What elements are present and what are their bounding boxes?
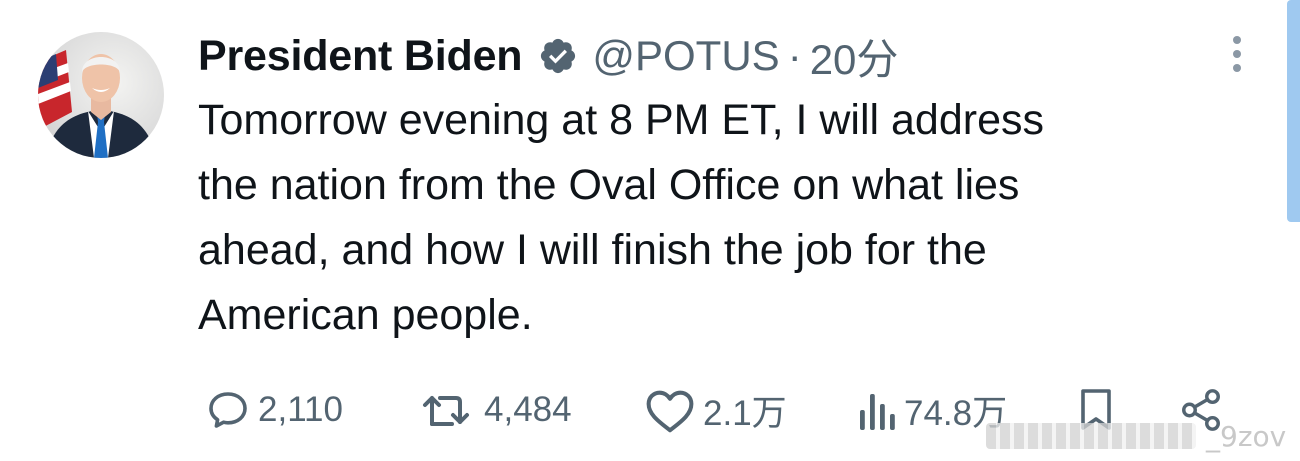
retweet-icon: [423, 396, 469, 426]
more-vertical-icon[interactable]: [1226, 36, 1248, 80]
bar-chart-icon: [860, 394, 895, 430]
speech-bubble-icon: [209, 392, 247, 428]
retweet-count: 4,484: [484, 390, 572, 429]
tweet-text: Tomorrow evening at 8 PM ET, I will addr…: [198, 88, 1268, 348]
tweet-header: President Biden @POTUS · 20分: [198, 26, 898, 86]
like-count: 2.1万: [703, 393, 787, 433]
separator-dot: ·: [787, 32, 802, 79]
tweet-text-line: the nation from the Oval Office on what …: [198, 161, 1020, 209]
scrollbar[interactable]: [1287, 0, 1300, 222]
reply-count: 2,110: [258, 390, 343, 429]
tweet-card: President Biden @POTUS · 20分 Tomorrow ev…: [0, 0, 1300, 461]
author-name[interactable]: President Biden: [198, 32, 523, 81]
tweet-text-line: American people.: [198, 291, 533, 339]
avatar[interactable]: [38, 32, 164, 158]
like-button[interactable]: 2.1万: [643, 380, 787, 440]
watermark-text: _9zov: [1206, 419, 1287, 453]
tweet-timestamp[interactable]: 20分: [810, 26, 899, 87]
retweet-button[interactable]: 4,484: [418, 380, 572, 440]
views-button[interactable]: 74.8万: [854, 380, 1007, 440]
author-handle[interactable]: @POTUS: [592, 32, 779, 80]
verified-badge-icon[interactable]: [538, 36, 578, 76]
heart-icon: [646, 390, 694, 433]
watermark: _9zov: [986, 414, 1300, 458]
tweet-text-line: ahead, and how I will finish the job for…: [198, 226, 987, 274]
tweet-text-line: Tomorrow evening at 8 PM ET, I will addr…: [198, 96, 1044, 144]
reply-button[interactable]: 2,110: [204, 380, 343, 440]
watermark-logo-icon: [986, 423, 1196, 449]
